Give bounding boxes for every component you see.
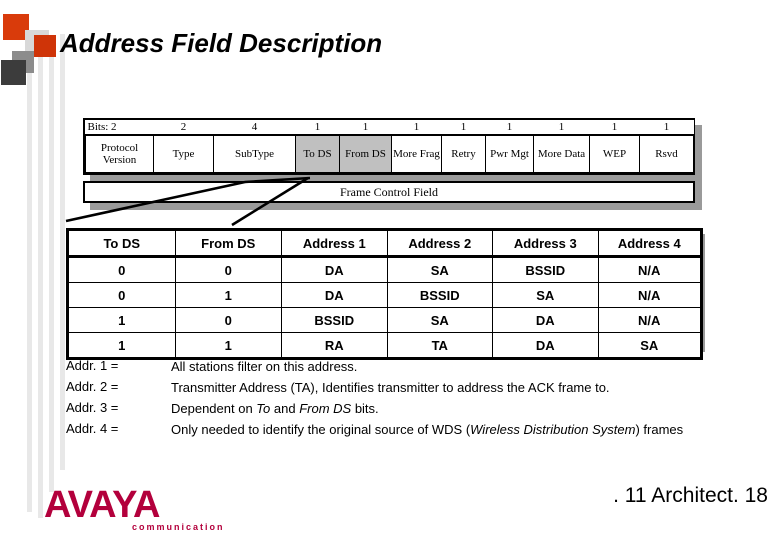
avaya-logo: AVAYA communication: [44, 486, 224, 532]
fc-field-protocol-version: Protocol Version: [85, 134, 154, 173]
table-cell: SA: [597, 332, 701, 358]
address-notes: Addr. 1 = All stations filter on this ad…: [66, 358, 766, 442]
fc-field-retry: Retry: [441, 134, 486, 173]
table-cell: SA: [492, 282, 599, 308]
table-cell: DA: [281, 282, 388, 308]
note-addr-4: Addr. 4 = Only needed to identify the or…: [66, 421, 766, 438]
table-cell: SA: [386, 307, 493, 333]
address-header-address-1: Address 1: [281, 230, 388, 258]
table-cell: 1: [174, 282, 282, 308]
frame-control-grid: Bits: 2 2 4 1 1 1 1 1 1 1 1 Protocol Ver…: [85, 120, 694, 173]
bits-label: Bits:: [87, 121, 109, 133]
fc-field-wep: WEP: [589, 134, 640, 173]
slide-footer: . 11 Architect. 18: [613, 484, 768, 507]
table-cell: 0: [174, 307, 282, 333]
note-text: Dependent on To and From DS bits.: [171, 400, 379, 417]
frame-control-bits-row: Bits: 2 2 4 1 1 1 1 1 1 1 1: [85, 120, 694, 136]
address-header-address-3: Address 3: [492, 230, 599, 258]
bits-cell-9: 1: [589, 120, 640, 136]
table-cell: DA: [492, 332, 599, 358]
fc-field-rsvd: Rsvd: [639, 134, 694, 173]
note-text-post: ) frames: [635, 422, 684, 437]
bits-value-0: 2: [111, 121, 117, 133]
note-text: All stations filter on this address.: [171, 359, 358, 374]
bits-cell-7: 1: [485, 120, 534, 136]
table-cell: SA: [386, 256, 493, 283]
note-text-pre: Dependent on: [171, 401, 257, 416]
note-addr-1: Addr. 1 = All stations filter on this ad…: [66, 358, 766, 375]
address-header-row: To DS From DS Address 1 Address 2 Addres…: [68, 230, 701, 258]
table-cell: 0: [68, 282, 176, 308]
table-cell: BSSID: [281, 307, 388, 333]
bits-cell-1: 2: [153, 120, 214, 136]
fc-field-pwr-mgt: Pwr Mgt: [485, 134, 534, 173]
fc-field-from-ds: From DS: [339, 134, 392, 173]
fc-field-to-ds: To DS: [295, 134, 340, 173]
bits-cell-3: 1: [295, 120, 340, 136]
address-header-address-4: Address 4: [597, 230, 701, 258]
note-key: Addr. 4 =: [66, 421, 119, 436]
table-row: 1 1 RA TA DA SA: [68, 332, 701, 358]
table-cell: 0: [174, 256, 282, 283]
table-cell: BSSID: [386, 282, 493, 308]
address-header-address-2: Address 2: [386, 230, 493, 258]
table-cell: N/A: [597, 282, 701, 308]
note-addr-2: Addr. 2 = Transmitter Address (TA), Iden…: [66, 379, 766, 396]
table-cell: N/A: [597, 307, 701, 333]
note-emphasis-to: To: [256, 401, 271, 416]
deco-rule-2: [38, 52, 43, 518]
bits-cell-8: 1: [533, 120, 590, 136]
table-cell: DA: [492, 307, 599, 333]
table-cell: 0: [68, 256, 176, 283]
bits-cell-10: 1: [639, 120, 694, 136]
table-cell: 1: [68, 307, 176, 333]
avaya-tagline: communication: [132, 522, 225, 532]
note-emphasis-from-ds: From DS: [299, 401, 352, 416]
note-text-pre: Only needed to identify the original sou…: [171, 422, 471, 437]
deco-rule-3: [49, 40, 54, 492]
deco-rule-1: [27, 66, 32, 512]
note-key: Addr. 2 =: [66, 379, 119, 394]
note-key: Addr. 3 =: [66, 400, 119, 415]
address-table: To DS From DS Address 1 Address 2 Addres…: [66, 228, 703, 360]
note-text: Transmitter Address (TA), Identifies tra…: [171, 380, 610, 395]
note-text-post: bits.: [351, 401, 379, 416]
bits-cell-2: 4: [213, 120, 296, 136]
address-header-to-ds: To DS: [68, 230, 176, 258]
note-key: Addr. 1 =: [66, 358, 119, 373]
frame-control-fields-row: Protocol Version Type SubType To DS From…: [85, 134, 694, 173]
bits-cell-0: Bits: 2: [85, 120, 154, 136]
table-row: 0 0 DA SA BSSID N/A: [68, 256, 701, 283]
note-text-mid: and: [270, 401, 300, 416]
table-cell: TA: [386, 332, 493, 358]
bits-cell-4: 1: [339, 120, 392, 136]
table-cell: BSSID: [492, 256, 599, 283]
table-cell: N/A: [597, 256, 701, 283]
frame-control-table: Bits: 2 2 4 1 1 1 1 1 1 1 1 Protocol Ver…: [83, 118, 695, 175]
address-grid: To DS From DS Address 1 Address 2 Addres…: [68, 230, 701, 358]
note-emphasis-wds: Wireless Distribution System: [470, 422, 636, 437]
bits-cell-6: 1: [441, 120, 486, 136]
page-title: Address Field Description: [60, 28, 383, 58]
table-row: 0 1 DA BSSID SA N/A: [68, 282, 701, 308]
deco-rule-4: [60, 34, 65, 470]
deco-square-charcoal: [1, 60, 26, 85]
deco-square-red-small: [34, 35, 56, 57]
frame-control-caption: Frame Control Field: [83, 181, 695, 203]
address-header-from-ds: From DS: [174, 230, 282, 258]
table-cell: RA: [281, 332, 388, 358]
table-cell: DA: [281, 256, 388, 283]
table-row: 1 0 BSSID SA DA N/A: [68, 307, 701, 333]
fc-field-type: Type: [153, 134, 214, 173]
table-cell: 1: [68, 332, 176, 358]
bits-cell-5: 1: [391, 120, 442, 136]
note-text: Only needed to identify the original sou…: [171, 421, 683, 438]
avaya-wordmark: AVAYA: [44, 484, 160, 526]
fc-field-more-frag: More Frag: [391, 134, 442, 173]
table-cell: 1: [174, 332, 282, 358]
fc-field-subtype: SubType: [213, 134, 296, 173]
note-addr-3: Addr. 3 = Dependent on To and From DS bi…: [66, 400, 766, 417]
fc-field-more-data: More Data: [533, 134, 590, 173]
